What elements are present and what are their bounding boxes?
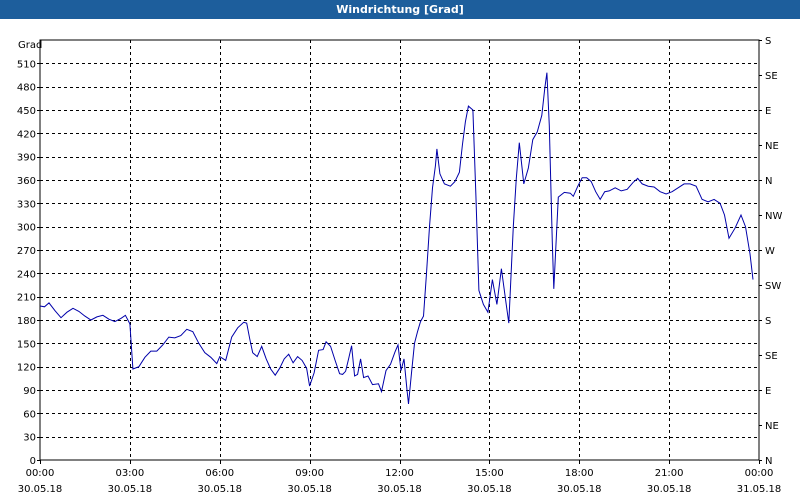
y-tick-label: 120 xyxy=(17,363,36,374)
right-tick-label: N xyxy=(765,176,772,187)
y-tick-label: 90 xyxy=(23,386,36,397)
x-tick-time: 12:00 xyxy=(385,468,414,479)
y-tick-label: 510 xyxy=(17,59,36,70)
right-tick-label: NE xyxy=(765,141,779,152)
x-tick-time: 18:00 xyxy=(565,468,594,479)
series-group xyxy=(39,72,754,405)
right-tick-label: NW xyxy=(765,211,782,222)
x-tick-date: 30.05.18 xyxy=(287,484,332,495)
grid-lines xyxy=(40,40,759,460)
y-tick-label: 240 xyxy=(17,269,36,280)
y-tick-label: 210 xyxy=(17,293,36,304)
y-tick-label: 180 xyxy=(17,316,36,327)
x-tick-time: 03:00 xyxy=(115,468,144,479)
x-tick-time: 09:00 xyxy=(295,468,324,479)
right-tick-label: W xyxy=(765,246,775,257)
x-tick-date: 30.05.18 xyxy=(108,484,153,495)
y-tick-label: 60 xyxy=(23,409,36,420)
x-tick-time: 00:00 xyxy=(745,468,774,479)
y-axis-label: Grad xyxy=(18,40,42,51)
y-tick-label: 420 xyxy=(17,129,36,140)
right-tick-label: E xyxy=(765,106,771,117)
right-tick-label: E xyxy=(765,386,771,397)
x-tick-date: 30.05.18 xyxy=(467,484,512,495)
y-tick-label: 360 xyxy=(17,176,36,187)
x-tick-date: 30.05.18 xyxy=(557,484,602,495)
x-tick-date: 30.05.18 xyxy=(647,484,692,495)
x-tick-date: 30.05.18 xyxy=(197,484,242,495)
y-tick-label: 480 xyxy=(17,83,36,94)
x-tick-time: 15:00 xyxy=(475,468,504,479)
y-tick-label: 390 xyxy=(17,153,36,164)
right-axis-ticks: N NE E SE S SW W NW N NE E SE S xyxy=(759,36,782,467)
right-tick-label: NE xyxy=(765,421,779,432)
y-tick-label: 300 xyxy=(17,223,36,234)
y-tick-label: 450 xyxy=(17,106,36,117)
x-tick-date: 30.05.18 xyxy=(377,484,422,495)
y-tick-label: 30 xyxy=(23,433,36,444)
plot-frame xyxy=(39,39,760,461)
y-tick-label: 330 xyxy=(17,199,36,210)
left-axis-ticks: 0 30 60 90 120 150 180 210 240 270 300 330 360 390 420… xyxy=(17,59,40,467)
right-tick-label: SE xyxy=(765,351,778,362)
x-tick-time: 00:00 xyxy=(26,468,55,479)
right-tick-label: S xyxy=(765,36,771,47)
y-tick-label: 150 xyxy=(17,339,36,350)
x-tick-date: 31.05.18 xyxy=(737,484,782,495)
right-tick-label: S xyxy=(765,316,771,327)
x-tick-time: 06:00 xyxy=(205,468,234,479)
x-tick-date: 30.05.18 xyxy=(18,484,63,495)
wind-direction-line xyxy=(39,72,754,405)
right-tick-label: SE xyxy=(765,71,778,82)
y-tick-label: 270 xyxy=(17,246,36,257)
x-tick-time: 21:00 xyxy=(655,468,684,479)
y-tick-label: 0 xyxy=(30,456,36,467)
right-tick-label: SW xyxy=(765,281,781,292)
right-tick-label: N xyxy=(765,456,772,467)
wind-direction-chart: Grad 0 30 60 90 120 150 180 210 240 270 300 330 360 3… xyxy=(17,36,783,495)
x-axis-ticks: 00:00 30.05.18 03:00 30.05.18 06:00 30.05.18 0… xyxy=(18,460,782,495)
